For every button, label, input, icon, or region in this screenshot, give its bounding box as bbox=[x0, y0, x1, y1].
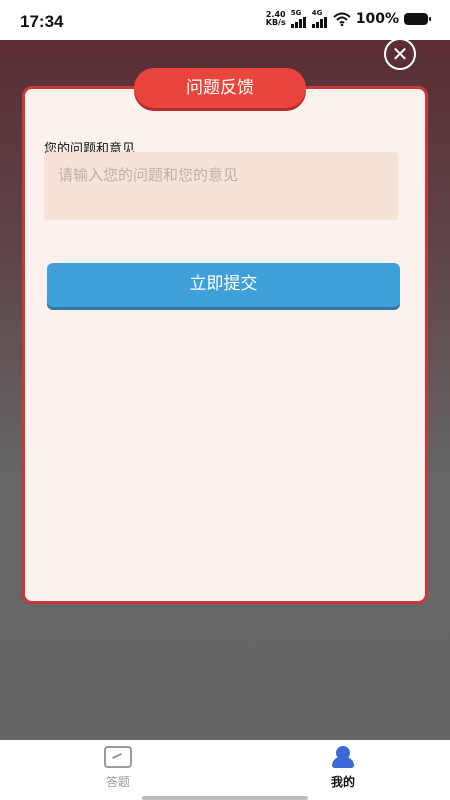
nav-item-answer[interactable]: 答题 bbox=[78, 746, 158, 790]
nav-label-mine: 我的 bbox=[330, 775, 355, 789]
submit-button[interactable]: 立即提交 bbox=[47, 263, 400, 307]
signal-bars-icon bbox=[311, 17, 327, 28]
close-icon: ✕ bbox=[391, 42, 409, 66]
network-speed: 2.40 KB/s bbox=[266, 11, 286, 27]
signal-4g-tag: 4G bbox=[311, 9, 323, 17]
bottom-nav: 答题 我的 bbox=[0, 740, 450, 800]
signal-4g: 4G bbox=[311, 9, 328, 28]
signal-bars-icon bbox=[290, 17, 306, 28]
feedback-input[interactable] bbox=[44, 152, 398, 220]
nav-item-mine[interactable]: 我的 bbox=[303, 746, 383, 790]
status-indicators: 2.40 KB/s 5G 4G 100% bbox=[266, 9, 431, 28]
signal-5g-tag: 5G bbox=[290, 9, 302, 17]
user-icon bbox=[332, 746, 354, 768]
home-indicator[interactable] bbox=[142, 796, 308, 800]
status-time: 17:34 bbox=[20, 12, 64, 31]
wifi-icon bbox=[333, 12, 351, 26]
close-button[interactable]: ✕ bbox=[384, 38, 416, 70]
answer-icon bbox=[104, 746, 132, 768]
battery-percentage: 100% bbox=[355, 11, 399, 27]
nav-label-answer: 答题 bbox=[105, 775, 130, 789]
dialog-title: 问题反馈 bbox=[134, 68, 306, 108]
signal-5g: 5G bbox=[290, 9, 307, 28]
battery-icon bbox=[404, 13, 431, 25]
network-speed-unit: KB/s bbox=[265, 18, 286, 27]
status-bar: 17:34 2.40 KB/s 5G 4G 100% bbox=[0, 0, 450, 40]
